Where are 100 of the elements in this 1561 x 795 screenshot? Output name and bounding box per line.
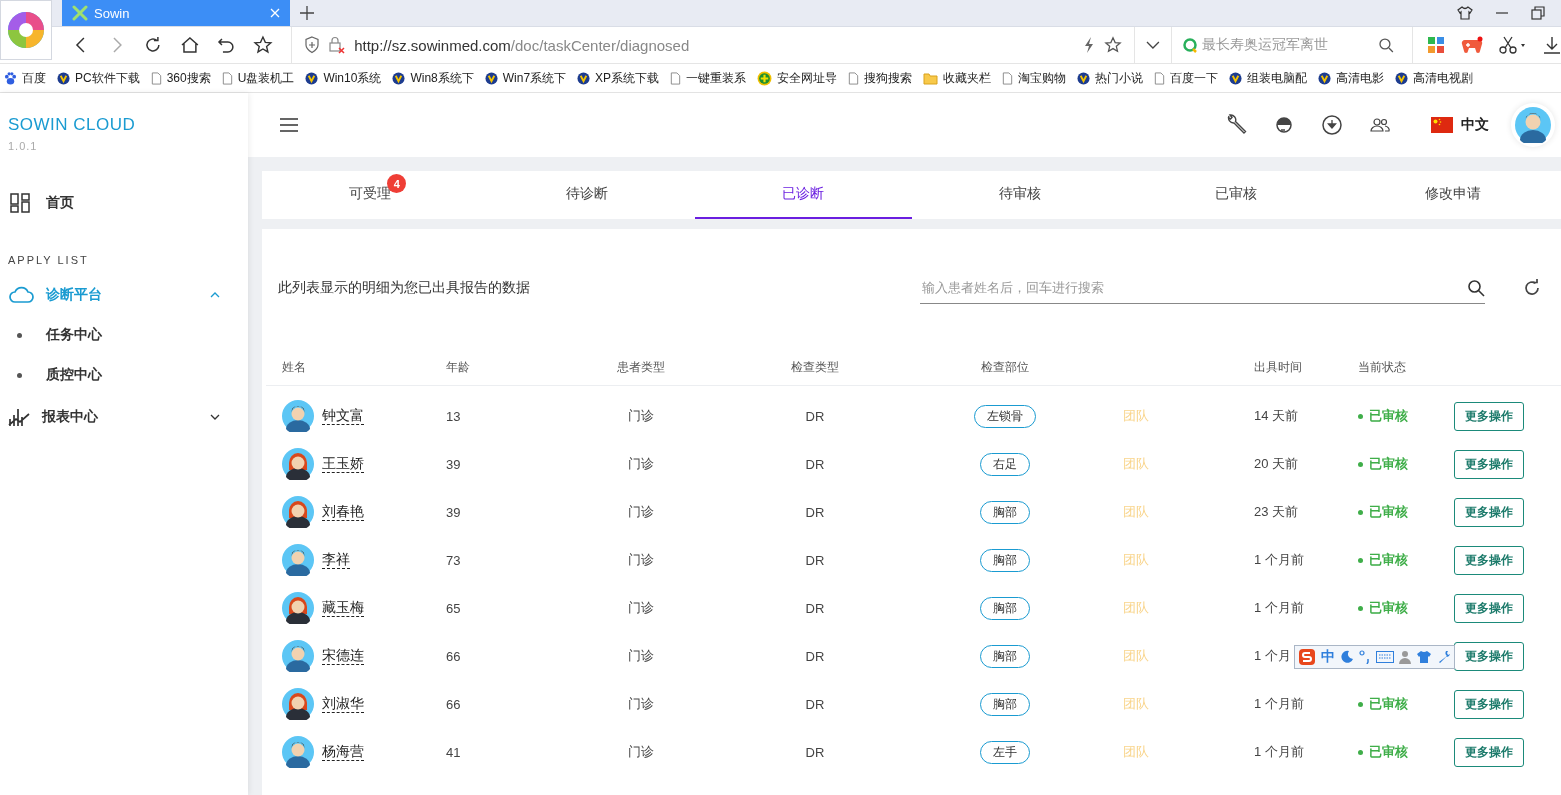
nav-subitem[interactable]: 任务中心 <box>0 322 102 348</box>
nav-item[interactable]: 首页 <box>0 190 230 216</box>
bookmark-label: 热门小说 <box>1095 69 1144 87</box>
site-icon <box>392 71 406 85</box>
tab[interactable]: 待诊断 <box>478 171 695 219</box>
user-icon[interactable] <box>1399 650 1411 664</box>
home-icon[interactable] <box>179 36 200 54</box>
patient-name-link[interactable]: 王玉娇 <box>322 455 364 473</box>
bookmark[interactable]: U盘装机工 <box>221 69 295 87</box>
scissors-icon[interactable] <box>1499 36 1527 54</box>
more-actions-button[interactable]: 更多操作 <box>1454 737 1524 767</box>
table-cell: DR <box>805 456 825 472</box>
new-tab-icon[interactable] <box>300 6 314 20</box>
input-mode-toggle[interactable]: 中 <box>1321 648 1335 666</box>
nav-item[interactable]: 报表中心 <box>0 404 230 430</box>
patient-avatar-icon <box>282 448 314 480</box>
apps-icon[interactable] <box>1427 36 1445 54</box>
patient-name-link[interactable]: 李祥 <box>322 551 350 569</box>
patient-name-link[interactable]: 刘春艳 <box>322 503 364 521</box>
bookmark[interactable]: Win8系统下 <box>392 69 474 87</box>
bookmark[interactable]: Win10系统 <box>305 69 382 87</box>
browser-logo-icon[interactable] <box>0 0 52 60</box>
undo-icon[interactable] <box>217 36 236 54</box>
patient-avatar-icon <box>282 640 314 672</box>
refresh-icon[interactable] <box>1523 279 1541 297</box>
chevron-up-icon <box>210 292 220 298</box>
bookmark-label: 淘宝购物 <box>1018 69 1067 87</box>
status-label: 已审核 <box>1358 503 1408 521</box>
language-label: 中文 <box>1461 116 1489 134</box>
more-actions-button[interactable]: 更多操作 <box>1454 593 1524 623</box>
wrench-icon[interactable] <box>1225 114 1247 136</box>
search-icon[interactable] <box>1378 37 1394 53</box>
shield-icon[interactable] <box>304 36 321 54</box>
description-text: 此列表显示的明细为您已出具报告的数据 <box>278 279 530 297</box>
download-icon[interactable] <box>1321 114 1343 136</box>
restore-icon[interactable] <box>1531 6 1545 20</box>
support-icon[interactable] <box>1273 114 1295 136</box>
version-label: 1.0.1 <box>8 140 38 152</box>
close-icon[interactable] <box>270 8 280 18</box>
more-actions-button[interactable]: 更多操作 <box>1454 641 1524 671</box>
bookmark[interactable]: 360搜索 <box>150 69 211 87</box>
table-cell: 39 <box>446 456 461 472</box>
table-cell: DR <box>805 504 825 520</box>
status-label: 已审核 <box>1358 743 1408 761</box>
insecure-lock-icon[interactable] <box>328 36 347 54</box>
bookmark[interactable]: 安全网址导 <box>757 69 838 87</box>
bookmark-label: 高清电影 <box>1336 69 1385 87</box>
shirt-icon[interactable] <box>1457 5 1473 21</box>
star-icon[interactable] <box>1103 36 1122 54</box>
patient-name-link[interactable]: 刘淑华 <box>322 695 364 713</box>
bookmark[interactable]: 热门小说 <box>1077 69 1144 87</box>
patient-name-link[interactable]: 杨海营 <box>322 743 364 761</box>
bookmark-label: 一键重装系 <box>686 69 747 87</box>
table-cell: 1 个月前 <box>1254 743 1304 761</box>
language-switcher[interactable]: 中文 <box>1431 116 1489 134</box>
bookmark[interactable]: 搜狗搜索 <box>848 69 913 87</box>
bookmark[interactable]: PC软件下载 <box>57 69 140 87</box>
more-actions-button[interactable]: 更多操作 <box>1454 449 1524 479</box>
bookmark[interactable]: 百度 <box>4 69 46 87</box>
reload-icon[interactable] <box>143 36 162 54</box>
more-actions-button[interactable]: 更多操作 <box>1454 545 1524 575</box>
more-actions-button[interactable]: 更多操作 <box>1454 401 1524 431</box>
patient-name-link[interactable]: 钟文富 <box>322 407 364 425</box>
tab[interactable]: 修改申请 <box>1344 171 1561 219</box>
bookmark[interactable]: 组装电脑配 <box>1229 69 1308 87</box>
tab[interactable]: 待审核 <box>911 171 1128 219</box>
bookmark[interactable]: 高清电视剧 <box>1395 69 1474 87</box>
user-avatar[interactable] <box>1511 103 1555 147</box>
team-label: 团队 <box>1123 599 1149 617</box>
more-actions-button[interactable]: 更多操作 <box>1454 689 1524 719</box>
tab[interactable]: 已诊断 <box>695 171 912 219</box>
team-label: 团队 <box>1123 503 1149 521</box>
menu-icon[interactable] <box>280 118 298 132</box>
patient-name-link[interactable]: 宋德连 <box>322 647 364 665</box>
nav-label: 首页 <box>46 194 74 212</box>
gamepad-icon[interactable] <box>1461 36 1483 54</box>
bookmark[interactable]: 一键重装系 <box>670 69 747 87</box>
flag-icon <box>1431 117 1453 133</box>
search-icon[interactable] <box>1467 278 1485 297</box>
keyboard-icon[interactable] <box>1376 651 1394 663</box>
bookmark[interactable]: Win7系统下 <box>484 69 567 87</box>
star-icon[interactable] <box>253 35 274 55</box>
search-field[interactable]: 输入患者姓名后，回车进行搜索 <box>920 279 1467 296</box>
download-icon[interactable] <box>1543 36 1561 54</box>
bookmark[interactable]: XP系统下载 <box>577 69 660 87</box>
patient-name-link[interactable]: 藏玉梅 <box>322 599 364 617</box>
site-icon <box>305 71 319 85</box>
folder-icon <box>923 71 939 85</box>
bookmark[interactable]: 淘宝购物 <box>1002 69 1067 87</box>
bookmark[interactable]: 百度一下 <box>1154 69 1219 87</box>
url-field[interactable]: http://sz.sowinmed.com/doc/taskCenter/diagnosed <box>354 36 1074 54</box>
ime-logo-icon[interactable] <box>1298 648 1316 666</box>
more-actions-button[interactable]: 更多操作 <box>1454 497 1524 527</box>
nav-subitem[interactable]: 质控中心 <box>0 362 102 388</box>
bookmark[interactable]: 高清电影 <box>1318 69 1385 87</box>
bookmark-label: 组装电脑配 <box>1247 69 1308 87</box>
tab[interactable]: 已审核 <box>1128 171 1345 219</box>
moon-icon[interactable] <box>1340 650 1354 664</box>
bookmark[interactable]: 收藏夹栏 <box>923 69 992 87</box>
punctuation-icon[interactable] <box>1359 650 1371 664</box>
